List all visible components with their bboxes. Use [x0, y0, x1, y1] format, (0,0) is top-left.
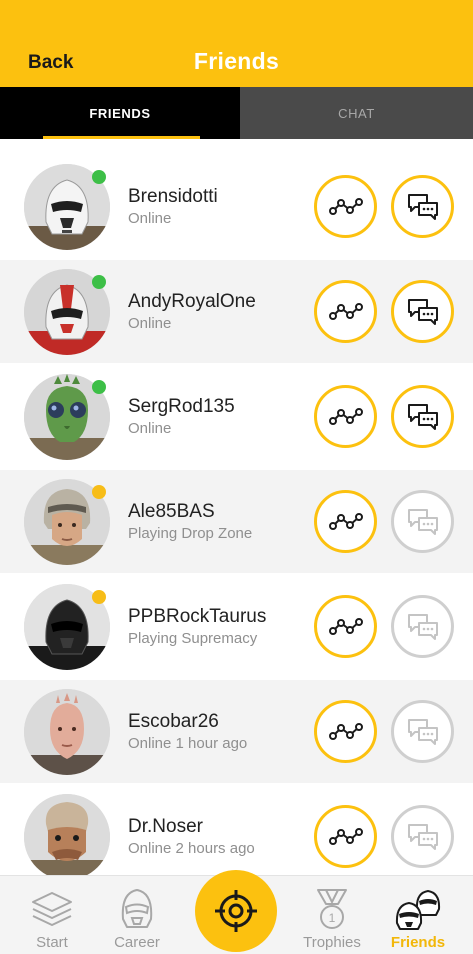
- friends-helmets-icon: [393, 886, 443, 932]
- playing-status-dot: [92, 485, 106, 499]
- nav-friends[interactable]: Friends: [386, 876, 450, 954]
- tab-chat[interactable]: CHAT: [240, 87, 473, 139]
- friend-status: Playing Supremacy: [128, 630, 258, 647]
- chat-bubbles-icon: [407, 508, 438, 535]
- nav-start-label: Start: [36, 934, 68, 951]
- nien-nunb-portrait: [24, 794, 110, 880]
- nav-career-label: Career: [114, 934, 160, 951]
- chat-bubbles-icon: [407, 613, 438, 640]
- top-header: Back Friends: [0, 0, 473, 87]
- playing-status-dot: [92, 590, 106, 604]
- nav-trophies-label: Trophies: [303, 934, 361, 951]
- chat-bubbles-icon: [407, 403, 438, 430]
- compare-stats-button[interactable]: [314, 175, 377, 238]
- avatar[interactable]: [24, 794, 110, 880]
- tab-chat-label: CHAT: [338, 105, 375, 121]
- friend-status: Online: [128, 420, 172, 437]
- trooper-helmet-icon: [112, 886, 162, 932]
- compare-stats-button[interactable]: [314, 385, 377, 448]
- friend-name: Escobar26: [128, 711, 219, 732]
- chat-button[interactable]: [391, 490, 454, 553]
- nav-friends-label: Friends: [390, 934, 446, 951]
- chat-button[interactable]: [391, 595, 454, 658]
- chat-button[interactable]: [391, 700, 454, 763]
- friend-row[interactable]: Escobar26 Online 1 hour ago: [0, 680, 473, 783]
- stats-graph-icon: [328, 407, 363, 425]
- active-tab-indicator: [43, 136, 200, 139]
- tab-friends[interactable]: FRIENDS: [0, 87, 240, 139]
- center-target-button[interactable]: [195, 870, 277, 952]
- stats-graph-icon: [328, 617, 363, 635]
- trophy-medal-icon: 1: [307, 886, 357, 932]
- chat-button[interactable]: [391, 805, 454, 868]
- avatar[interactable]: [24, 584, 110, 670]
- chat-bubbles-icon: [407, 718, 438, 745]
- tab-friends-label: FRIENDS: [89, 105, 151, 121]
- avatar[interactable]: [24, 374, 110, 460]
- avatar[interactable]: [24, 479, 110, 565]
- chat-button[interactable]: [391, 280, 454, 343]
- avatar[interactable]: [24, 689, 110, 775]
- layers-icon: [27, 886, 77, 932]
- zabrak-portrait: [24, 689, 110, 775]
- friend-row[interactable]: PPBRockTaurus Playing Supremacy: [0, 575, 473, 678]
- friend-row[interactable]: SergRod135 Online: [0, 365, 473, 468]
- friend-status: Online 1 hour ago: [128, 735, 248, 752]
- compare-stats-button[interactable]: [314, 700, 377, 763]
- avatar[interactable]: [24, 164, 110, 250]
- page-title: Friends: [193, 48, 280, 74]
- compare-stats-button[interactable]: [314, 490, 377, 553]
- stats-graph-icon: [328, 197, 363, 215]
- nav-trophies[interactable]: 1 Trophies: [294, 876, 370, 954]
- friend-status: Playing Drop Zone: [128, 525, 253, 542]
- friend-status: Online: [128, 210, 172, 227]
- friend-name: SergRod135: [128, 396, 235, 417]
- friend-row[interactable]: AndyRoyalOne Online: [0, 260, 473, 363]
- friend-name: Brensidotti: [128, 186, 218, 207]
- friend-name: Ale85BAS: [128, 501, 215, 522]
- compare-stats-button[interactable]: [314, 595, 377, 658]
- tab-bar: FRIENDS CHAT: [0, 87, 473, 139]
- chat-bubbles-icon: [407, 298, 438, 325]
- online-status-dot: [92, 275, 106, 289]
- friend-name: PPBRockTaurus: [128, 606, 267, 627]
- friend-row[interactable]: Ale85BAS Playing Drop Zone: [0, 470, 473, 573]
- stats-graph-icon: [328, 302, 363, 320]
- nav-start[interactable]: Start: [24, 876, 80, 954]
- compare-stats-button[interactable]: [314, 280, 377, 343]
- avatar[interactable]: [24, 269, 110, 355]
- chat-bubbles-icon: [407, 193, 438, 220]
- nav-career[interactable]: Career: [108, 876, 166, 954]
- chat-button[interactable]: [391, 385, 454, 448]
- svg-text:1: 1: [329, 911, 336, 925]
- chat-button[interactable]: [391, 175, 454, 238]
- friend-status: Online: [128, 315, 172, 332]
- stats-graph-icon: [328, 722, 363, 740]
- online-status-dot: [92, 380, 106, 394]
- chat-bubbles-icon: [407, 823, 438, 850]
- friend-row[interactable]: Brensidotti Online: [0, 155, 473, 258]
- online-status-dot: [92, 170, 106, 184]
- stats-graph-icon: [328, 827, 363, 845]
- compare-stats-button[interactable]: [314, 805, 377, 868]
- friend-name: Dr.Noser: [128, 816, 203, 837]
- stats-graph-icon: [328, 512, 363, 530]
- target-crosshair-icon: [215, 890, 257, 932]
- friend-name: AndyRoyalOne: [128, 291, 256, 312]
- friend-status: Online 2 hours ago: [128, 840, 255, 857]
